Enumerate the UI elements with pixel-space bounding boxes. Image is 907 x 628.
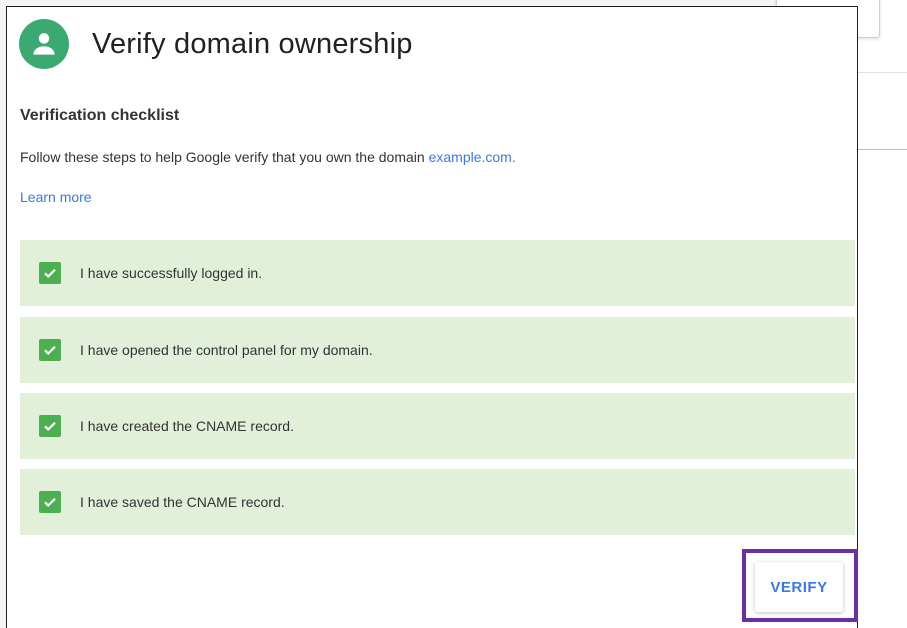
checkbox-checked-icon[interactable] — [39, 262, 61, 284]
checklist-item-label: I have successfully logged in. — [80, 265, 263, 281]
instructions-text: Follow these steps to help Google verify… — [20, 149, 516, 165]
verify-button[interactable]: VERIFY — [755, 562, 843, 612]
checklist-item[interactable]: I have saved the CNAME record. — [20, 469, 855, 535]
learn-more-link[interactable]: Learn more — [20, 189, 92, 205]
person-icon — [19, 19, 69, 69]
checkbox-checked-icon[interactable] — [39, 491, 61, 513]
background-pane — [858, 0, 907, 628]
checklist-item[interactable]: I have successfully logged in. — [20, 240, 855, 306]
checklist-item[interactable]: I have created the CNAME record. — [20, 393, 855, 459]
checklist-item-label: I have saved the CNAME record. — [80, 494, 285, 510]
instructions-prefix: Follow these steps to help Google verify… — [20, 149, 429, 165]
domain-link[interactable]: example.com. — [429, 149, 516, 165]
checklist-item[interactable]: I have opened the control panel for my d… — [20, 317, 855, 383]
dialog-header: Verify domain ownership — [19, 19, 413, 69]
checklist-item-label: I have opened the control panel for my d… — [80, 342, 373, 358]
checklist-item-label: I have created the CNAME record. — [80, 418, 294, 434]
background-divider — [858, 72, 907, 73]
checklist-heading: Verification checklist — [20, 107, 180, 124]
verify-domain-dialog: Verify domain ownership Verification che… — [6, 6, 858, 628]
background-divider — [858, 149, 907, 150]
checkbox-checked-icon[interactable] — [39, 339, 61, 361]
dialog-title: Verify domain ownership — [92, 27, 413, 60]
checkbox-checked-icon[interactable] — [39, 415, 61, 437]
